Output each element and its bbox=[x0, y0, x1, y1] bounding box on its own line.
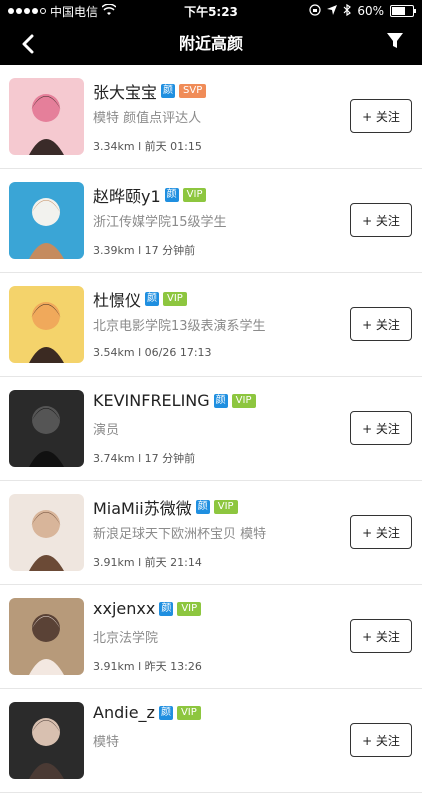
user-name: Andie_z bbox=[93, 703, 155, 722]
time-label: 前天 21:14 bbox=[144, 556, 202, 569]
user-name: 杜憬仪 bbox=[93, 291, 142, 310]
page-title: 附近高颜 bbox=[178, 34, 243, 53]
name-line: MiaMii苏微微 颜 VIP bbox=[93, 495, 238, 519]
follow-button[interactable]: + 关注 bbox=[350, 619, 412, 653]
follow-button[interactable]: + 关注 bbox=[350, 203, 412, 237]
filter-icon bbox=[387, 33, 403, 48]
user-name: MiaMii苏微微 bbox=[93, 499, 192, 518]
level-badge: VIP bbox=[163, 292, 187, 306]
follow-button[interactable]: + 关注 bbox=[350, 723, 412, 757]
user-list-item[interactable]: KEVINFRELING 颜 VIP 演员 3.74km l 17 分钟前 + … bbox=[0, 377, 422, 481]
follow-button[interactable]: + 关注 bbox=[350, 307, 412, 341]
name-line: 杜憬仪 颜 VIP bbox=[93, 287, 187, 311]
level-badge: VIP bbox=[177, 601, 202, 616]
follow-button[interactable]: + 关注 bbox=[350, 515, 412, 549]
follow-button[interactable]: + 关注 bbox=[350, 411, 412, 445]
level-badge: VIP bbox=[182, 188, 207, 202]
distance-label: 3.54km bbox=[93, 346, 135, 359]
battery-icon bbox=[390, 5, 416, 17]
user-description: 模特 bbox=[93, 735, 120, 750]
follow-button[interactable]: + 关注 bbox=[350, 99, 412, 133]
user-list-item[interactable]: 赵晔颐y1 颜 VIP 浙江传媒学院15级学生 3.39km l 17 分钟前 … bbox=[0, 169, 422, 273]
level-badge: VIP bbox=[213, 500, 238, 514]
time-label: 06/26 17:13 bbox=[144, 346, 212, 359]
time-label: 17 分钟前 bbox=[144, 244, 196, 257]
lock-rotation-icon bbox=[309, 3, 321, 19]
time-label: 昨天 13:26 bbox=[144, 660, 202, 673]
user-meta: 3.91km l 昨天 13:26 bbox=[93, 658, 202, 674]
yan-badge: 颜 bbox=[158, 705, 173, 720]
carrier-label: 中国电信 bbox=[50, 4, 99, 19]
time-label: 17 分钟前 bbox=[144, 452, 196, 465]
level-badge: SVP bbox=[179, 84, 207, 98]
bluetooth-icon bbox=[343, 3, 352, 19]
distance-label: 3.34km bbox=[93, 140, 135, 153]
user-meta: 3.39km l 17 分钟前 bbox=[93, 242, 195, 258]
yan-badge: 颜 bbox=[195, 500, 210, 514]
yan-badge: 颜 bbox=[213, 393, 228, 408]
filter-button[interactable] bbox=[386, 32, 408, 54]
user-name: 赵晔颐y1 bbox=[93, 187, 161, 206]
user-list-item[interactable]: 张大宝宝 颜 SVP 模特 颜值点评达人 3.34km l 前天 01:15 +… bbox=[0, 65, 422, 169]
battery-percent: 60% bbox=[357, 4, 384, 18]
user-name: xxjenxx bbox=[93, 599, 156, 618]
level-badge: VIP bbox=[231, 393, 256, 408]
name-line: Andie_z 颜 VIP bbox=[93, 703, 201, 722]
location-icon bbox=[327, 4, 338, 18]
user-list-item[interactable]: Andie_z 颜 VIP 模特 + 关注 bbox=[0, 689, 422, 793]
signal-icon bbox=[8, 8, 46, 14]
avatar[interactable] bbox=[9, 182, 84, 259]
distance-label: 3.91km bbox=[93, 660, 135, 673]
distance-label: 3.39km bbox=[93, 244, 135, 257]
user-list-item[interactable]: MiaMii苏微微 颜 VIP 新浪足球天下欧洲杯宝贝 模特 3.91km l … bbox=[0, 481, 422, 585]
status-right: 60% bbox=[274, 3, 416, 19]
user-description: 北京法学院 bbox=[93, 631, 159, 646]
yan-badge: 颜 bbox=[145, 292, 160, 306]
user-meta: 3.91km l 前天 21:14 bbox=[93, 554, 202, 570]
avatar[interactable] bbox=[9, 702, 84, 779]
name-line: xxjenxx 颜 VIP bbox=[93, 599, 202, 618]
user-meta: 3.74km l 17 分钟前 bbox=[93, 450, 195, 466]
user-meta: 3.34km l 前天 01:15 bbox=[93, 138, 202, 154]
yan-badge: 颜 bbox=[159, 601, 174, 616]
avatar[interactable] bbox=[9, 598, 84, 675]
user-list-item[interactable]: xxjenxx 颜 VIP 北京法学院 3.91km l 昨天 13:26 + … bbox=[0, 585, 422, 689]
avatar[interactable] bbox=[9, 494, 84, 571]
distance-label: 3.91km bbox=[93, 556, 135, 569]
user-list-item[interactable]: 杜憬仪 颜 VIP 北京电影学院13级表演系学生 3.54km l 06/26 … bbox=[0, 273, 422, 377]
avatar[interactable] bbox=[9, 78, 84, 155]
yan-badge: 颜 bbox=[164, 188, 179, 202]
level-badge: VIP bbox=[176, 705, 201, 720]
name-line: 赵晔颐y1 颜 VIP bbox=[93, 183, 207, 207]
user-list: 张大宝宝 颜 SVP 模特 颜值点评达人 3.34km l 前天 01:15 +… bbox=[0, 65, 422, 793]
user-meta: 3.54km l 06/26 17:13 bbox=[93, 346, 212, 359]
distance-label: 3.74km bbox=[93, 452, 135, 465]
status-bar: 中国电信 下午5:23 60% bbox=[0, 0, 422, 22]
user-name: KEVINFRELING bbox=[93, 391, 210, 410]
name-line: 张大宝宝 颜 SVP bbox=[93, 79, 207, 103]
avatar[interactable] bbox=[9, 390, 84, 467]
name-line: KEVINFRELING 颜 VIP bbox=[93, 391, 256, 410]
wifi-icon bbox=[101, 2, 117, 19]
yan-badge: 颜 bbox=[161, 84, 176, 98]
user-description: 模特 颜值点评达人 bbox=[93, 111, 202, 126]
avatar[interactable] bbox=[9, 286, 84, 363]
user-description: 北京电影学院13级表演系学生 bbox=[93, 319, 266, 334]
user-description: 浙江传媒学院15级学生 bbox=[93, 215, 227, 230]
user-description: 演员 bbox=[93, 423, 120, 438]
user-description: 新浪足球天下欧洲杯宝贝 模特 bbox=[93, 527, 267, 542]
user-name: 张大宝宝 bbox=[93, 83, 158, 102]
status-left: 中国电信 bbox=[8, 2, 148, 20]
nav-bar: 附近高颜 bbox=[0, 22, 422, 65]
status-time: 下午5:23 bbox=[184, 4, 238, 19]
time-label: 前天 01:15 bbox=[144, 140, 202, 153]
